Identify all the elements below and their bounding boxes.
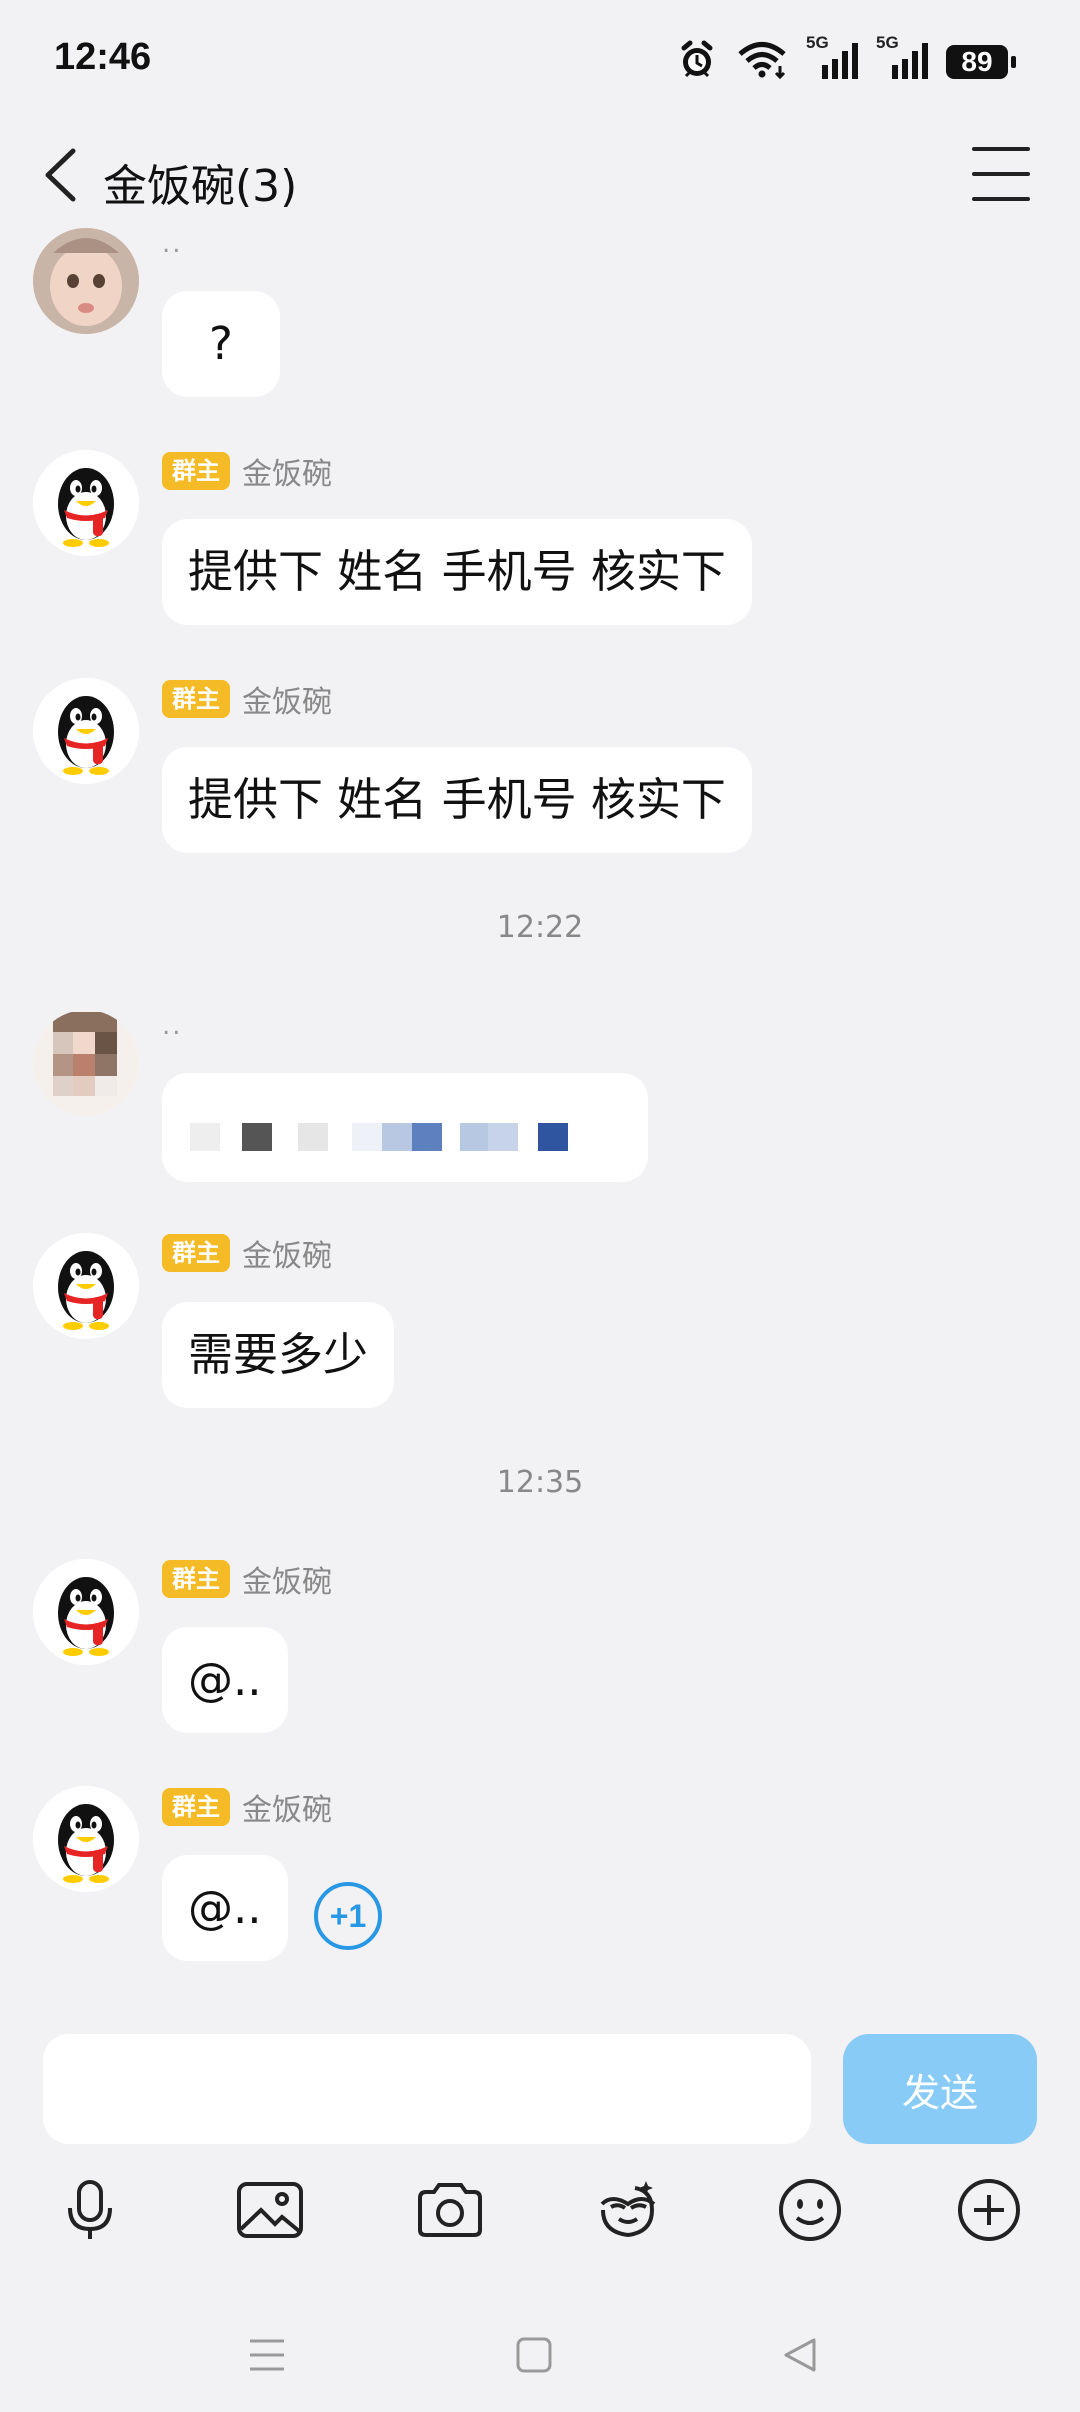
alarm-icon: [676, 39, 718, 85]
status-time: 12:46: [54, 36, 152, 78]
status-icons: 5G 5G 89: [676, 33, 1016, 85]
blur-block: [460, 1123, 490, 1151]
penguin-avatar-icon: [33, 450, 139, 556]
message-input[interactable]: [43, 2034, 811, 2144]
camera-icon: [418, 2183, 482, 2237]
back-arrow-icon: [45, 148, 76, 202]
message-bubble[interactable]: 提供下 姓名 手机号 核实下: [162, 747, 752, 853]
group-owner-badge: 群主: [162, 680, 230, 718]
penguin-avatar-icon: [33, 1233, 139, 1339]
group-owner-avatar[interactable]: [33, 1233, 139, 1339]
sender-row: 群主 金饭碗: [162, 1232, 332, 1274]
menu-nav-icon: [250, 2339, 284, 2371]
magic-face-button[interactable]: [588, 2170, 668, 2250]
chat-header: 金饭碗(3): [0, 120, 1080, 230]
blur-block: [488, 1123, 518, 1151]
menu-line-icon: [972, 147, 1030, 151]
input-toolbar: [0, 2170, 1080, 2250]
emoji-icon: [779, 2179, 841, 2241]
image-icon: [237, 2182, 303, 2238]
sender-row: 群主 金饭碗: [162, 678, 332, 720]
back-nav-icon: [784, 2338, 816, 2372]
more-menu-button[interactable]: [972, 147, 1030, 201]
sender-name: ..: [162, 229, 183, 259]
system-navigation-bar: [0, 2300, 1080, 2412]
battery-indicator: 89: [946, 45, 1016, 79]
blur-block: [190, 1123, 220, 1151]
home-button[interactable]: [499, 2320, 569, 2390]
group-owner-avatar[interactable]: [33, 1786, 139, 1892]
user-avatar-baby[interactable]: [33, 228, 139, 334]
user-avatar-pixelated[interactable]: [33, 1010, 139, 1116]
chat-title: 金饭碗(3): [103, 161, 298, 212]
message-bubble[interactable]: @..: [162, 1855, 288, 1961]
group-owner-avatar[interactable]: [33, 1559, 139, 1665]
microphone-icon: [68, 2180, 112, 2239]
blur-block: [352, 1123, 382, 1151]
blur-block: [242, 1123, 272, 1151]
voice-input-button[interactable]: [50, 2170, 130, 2250]
message-bubble[interactable]: 提供下 姓名 手机号 核实下: [162, 519, 752, 625]
group-owner-badge: 群主: [162, 1788, 230, 1826]
sender-row: 群主 金饭碗: [162, 450, 332, 492]
sender-row: 群主 金饭碗: [162, 1786, 332, 1828]
sender-name: 金饭碗: [242, 457, 332, 492]
group-owner-badge: 群主: [162, 1234, 230, 1272]
image-button[interactable]: [230, 2170, 310, 2250]
recent-apps-button[interactable]: [232, 2320, 302, 2390]
sender-name: 金饭碗: [242, 685, 332, 720]
message-timestamp: 12:22: [496, 910, 584, 945]
sender-name: 金饭碗: [242, 1239, 332, 1274]
send-button[interactable]: 发送: [843, 2034, 1037, 2144]
blur-block: [298, 1123, 328, 1151]
penguin-avatar-icon: [33, 1559, 139, 1665]
group-owner-avatar[interactable]: [33, 678, 139, 784]
blur-block: [412, 1123, 442, 1151]
sender-row: 群主 金饭碗: [162, 1558, 332, 1600]
magic-face-icon: [600, 2181, 656, 2238]
message-bubble[interactable]: ?: [162, 291, 280, 397]
group-owner-badge: 群主: [162, 1560, 230, 1598]
menu-line-icon: [972, 172, 1030, 176]
signal-icon-1: 5G: [806, 33, 858, 83]
status-bar: 12:46 5G 5G 89: [0, 0, 1080, 120]
penguin-avatar-icon: [33, 1786, 139, 1892]
wifi-icon: [736, 41, 788, 83]
message-item: [33, 228, 139, 334]
network-label-2: 5G: [876, 33, 899, 52]
emoji-button[interactable]: [770, 2170, 850, 2250]
home-nav-icon: [516, 2337, 552, 2373]
back-button[interactable]: [30, 140, 90, 210]
signal-icon-2: 5G: [876, 33, 928, 83]
redacted-message-bubble[interactable]: [162, 1073, 648, 1182]
blur-block: [382, 1123, 412, 1151]
system-back-button[interactable]: [765, 2320, 835, 2390]
message-bubble[interactable]: 需要多少: [162, 1302, 395, 1408]
sender-name: 金饭碗: [242, 1565, 332, 1600]
more-actions-button[interactable]: [949, 2170, 1029, 2250]
network-label-1: 5G: [806, 33, 829, 52]
penguin-avatar-icon: [33, 678, 139, 784]
group-owner-avatar[interactable]: [33, 450, 139, 556]
sender-name: ..: [162, 1011, 183, 1041]
message-bubble[interactable]: @..: [162, 1627, 288, 1733]
camera-button[interactable]: [410, 2170, 490, 2250]
plus-icon: [958, 2179, 1020, 2241]
menu-line-icon: [972, 197, 1030, 201]
blur-block: [538, 1123, 568, 1151]
sender-name: 金饭碗: [242, 1793, 332, 1828]
group-owner-badge: 群主: [162, 452, 230, 490]
plus-one-reaction[interactable]: +1: [314, 1882, 382, 1950]
message-timestamp: 12:35: [496, 1465, 584, 1500]
